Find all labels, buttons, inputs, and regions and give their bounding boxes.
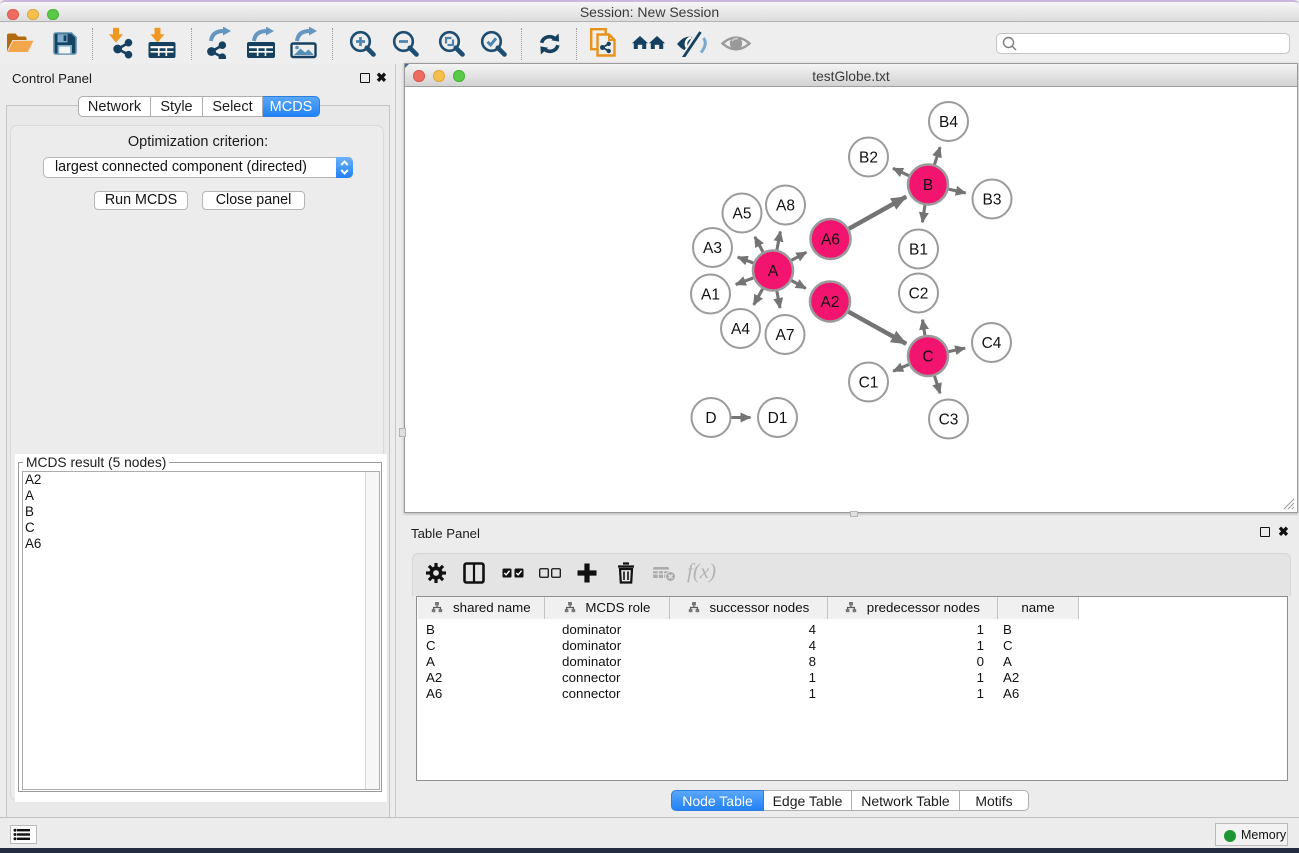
svg-text:B: B bbox=[923, 177, 933, 194]
svg-text:A8: A8 bbox=[776, 198, 795, 215]
svg-text:B2: B2 bbox=[859, 150, 878, 167]
svg-text:A4: A4 bbox=[731, 321, 750, 338]
svg-text:C: C bbox=[922, 349, 933, 366]
svg-text:C2: C2 bbox=[909, 286, 929, 303]
svg-text:D1: D1 bbox=[768, 410, 788, 427]
svg-text:A3: A3 bbox=[703, 240, 722, 257]
svg-text:C1: C1 bbox=[859, 375, 879, 392]
svg-text:A6: A6 bbox=[821, 232, 840, 249]
svg-text:D: D bbox=[705, 410, 716, 427]
svg-text:A1: A1 bbox=[701, 287, 720, 304]
svg-text:A7: A7 bbox=[776, 327, 795, 344]
svg-text:A5: A5 bbox=[733, 206, 752, 223]
svg-text:A: A bbox=[768, 263, 779, 280]
svg-text:C4: C4 bbox=[982, 335, 1002, 352]
svg-text:B1: B1 bbox=[909, 242, 928, 259]
svg-text:B3: B3 bbox=[983, 192, 1002, 209]
svg-text:A2: A2 bbox=[821, 294, 840, 311]
svg-text:C3: C3 bbox=[939, 412, 959, 429]
svg-text:B4: B4 bbox=[939, 114, 958, 131]
